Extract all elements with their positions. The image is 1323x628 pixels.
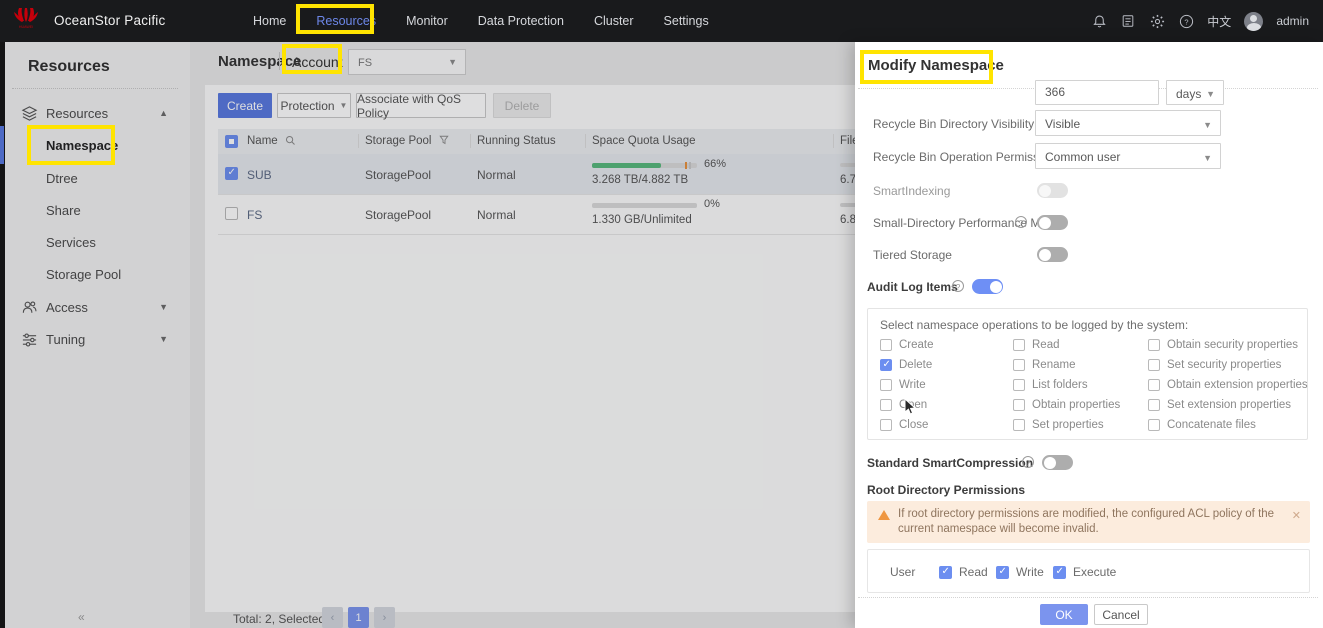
- task-list-icon[interactable]: [1120, 13, 1136, 29]
- retention-period-input[interactable]: 366: [1035, 80, 1159, 105]
- audit-checkbox-read[interactable]: Read: [1013, 339, 1060, 351]
- audit-checkbox-write[interactable]: Write: [880, 379, 926, 391]
- close-icon[interactable]: ✕: [1292, 509, 1301, 522]
- svg-text:?: ?: [1184, 17, 1188, 26]
- acl-warning-banner: If root directory permissions are modifi…: [867, 501, 1310, 543]
- checkbox[interactable]: [1148, 359, 1160, 371]
- user-permissions-box: User Read Write Execute: [867, 549, 1310, 593]
- bell-icon[interactable]: [1091, 13, 1107, 29]
- smartcompression-toggle[interactable]: [1042, 455, 1073, 470]
- audit-checkbox-obtain-extension[interactable]: Obtain extension properties: [1148, 379, 1308, 391]
- audit-checkbox-set-properties[interactable]: Set properties: [1013, 419, 1104, 431]
- panel-footer-divider: [858, 597, 1318, 598]
- username-label: admin: [1276, 14, 1309, 28]
- audit-checkbox-set-extension[interactable]: Set extension properties: [1148, 399, 1291, 411]
- checkbox[interactable]: [1013, 339, 1025, 351]
- nav-item-resources[interactable]: Resources: [316, 14, 376, 28]
- audit-checkbox-set-security[interactable]: Set security properties: [1148, 359, 1281, 371]
- smartindexing-toggle[interactable]: [1037, 183, 1068, 198]
- user-row-label: User: [890, 565, 915, 579]
- recycle-visibility-label: Recycle Bin Directory Visibility: [873, 117, 1034, 131]
- audit-checkbox-delete[interactable]: Delete: [880, 359, 932, 371]
- warning-text: If root directory permissions are modifi…: [898, 507, 1286, 537]
- help-icon[interactable]: ?: [1022, 456, 1034, 468]
- audit-checkbox-concatenate[interactable]: Concatenate files: [1148, 419, 1256, 431]
- smartcompression-label: Standard SmartCompression: [867, 456, 1033, 470]
- modify-namespace-panel: Modify Namespace 366 days ▼ Recycle Bin …: [855, 42, 1323, 628]
- tiered-storage-toggle[interactable]: [1037, 247, 1068, 262]
- perm-checkbox-read[interactable]: Read: [939, 565, 988, 579]
- audit-checkbox-close[interactable]: Close: [880, 419, 928, 431]
- huawei-logo-icon: HUAWEI: [13, 7, 39, 29]
- gear-icon[interactable]: [1149, 13, 1165, 29]
- checkbox[interactable]: [880, 379, 892, 391]
- checkbox[interactable]: [1148, 339, 1160, 351]
- nav-item-home[interactable]: Home: [253, 14, 286, 28]
- panel-title: Modify Namespace: [868, 57, 1004, 74]
- audit-checkbox-rename[interactable]: Rename: [1013, 359, 1075, 371]
- checkbox[interactable]: [1013, 419, 1025, 431]
- recycle-visibility-select[interactable]: Visible ▼: [1035, 110, 1221, 136]
- help-icon[interactable]: ?: [1015, 216, 1027, 228]
- ok-button[interactable]: OK: [1040, 604, 1088, 625]
- audit-log-toggle[interactable]: [972, 279, 1003, 294]
- nav-item-monitor[interactable]: Monitor: [406, 14, 448, 28]
- checkbox[interactable]: [1148, 419, 1160, 431]
- audit-checkbox-obtain-security[interactable]: Obtain security properties: [1148, 339, 1298, 351]
- recycle-permission-label: Recycle Bin Operation Permission: [873, 150, 1055, 164]
- warning-icon: [878, 510, 890, 520]
- main-nav: Home Resources Monitor Data Protection C…: [253, 0, 709, 42]
- checkbox[interactable]: [880, 359, 892, 371]
- checkbox[interactable]: [1013, 359, 1025, 371]
- app-title: OceanStor Pacific: [54, 13, 165, 28]
- huawei-logo-text: HUAWEI: [19, 25, 33, 29]
- chevron-down-icon: ▼: [1206, 89, 1215, 99]
- checkbox[interactable]: [1013, 379, 1025, 391]
- small-directory-label: Small-Directory Performance Mode: [873, 216, 1060, 230]
- top-nav-bar: HUAWEI OceanStor Pacific Home Resources …: [0, 0, 1323, 42]
- nav-item-data-protection[interactable]: Data Protection: [478, 14, 564, 28]
- audit-checkbox-open[interactable]: Open: [880, 399, 927, 411]
- small-directory-toggle[interactable]: [1037, 215, 1068, 230]
- perm-checkbox-write[interactable]: Write: [996, 565, 1044, 579]
- language-switch[interactable]: 中文: [1207, 13, 1231, 30]
- audit-box-title: Select namespace operations to be logged…: [880, 318, 1188, 332]
- checkbox[interactable]: [1013, 399, 1025, 411]
- checkbox[interactable]: [1148, 379, 1160, 391]
- checkbox[interactable]: [939, 566, 952, 579]
- modal-dim-overlay: [0, 42, 855, 628]
- audit-log-label: Audit Log Items: [867, 280, 958, 294]
- audit-operations-box: Select namespace operations to be logged…: [867, 308, 1308, 440]
- audit-checkbox-obtain-properties[interactable]: Obtain properties: [1013, 399, 1120, 411]
- checkbox[interactable]: [996, 566, 1009, 579]
- nav-item-cluster[interactable]: Cluster: [594, 14, 634, 28]
- nav-item-settings[interactable]: Settings: [664, 14, 709, 28]
- checkbox[interactable]: [880, 339, 892, 351]
- nav-utility-area: ? 中文 admin: [1091, 0, 1309, 42]
- checkbox[interactable]: [880, 419, 892, 431]
- checkbox[interactable]: [1148, 399, 1160, 411]
- smartindexing-label: SmartIndexing: [873, 184, 950, 198]
- tiered-storage-label: Tiered Storage: [873, 248, 952, 262]
- recycle-permission-select[interactable]: Common user ▼: [1035, 143, 1221, 169]
- checkbox[interactable]: [880, 399, 892, 411]
- user-avatar[interactable]: [1244, 12, 1263, 31]
- chevron-down-icon: ▼: [1203, 153, 1212, 163]
- help-icon[interactable]: ?: [1178, 13, 1194, 29]
- audit-checkbox-create[interactable]: Create: [880, 339, 934, 351]
- checkbox[interactable]: [1053, 566, 1066, 579]
- audit-checkbox-list-folders[interactable]: List folders: [1013, 379, 1088, 391]
- root-permissions-title: Root Directory Permissions: [867, 483, 1025, 497]
- help-icon[interactable]: ?: [952, 280, 964, 292]
- cancel-button[interactable]: Cancel: [1094, 604, 1148, 625]
- screen: HUAWEI OceanStor Pacific Home Resources …: [0, 0, 1323, 628]
- retention-unit-select[interactable]: days ▼: [1166, 80, 1224, 105]
- chevron-down-icon: ▼: [1203, 120, 1212, 130]
- perm-checkbox-execute[interactable]: Execute: [1053, 565, 1116, 579]
